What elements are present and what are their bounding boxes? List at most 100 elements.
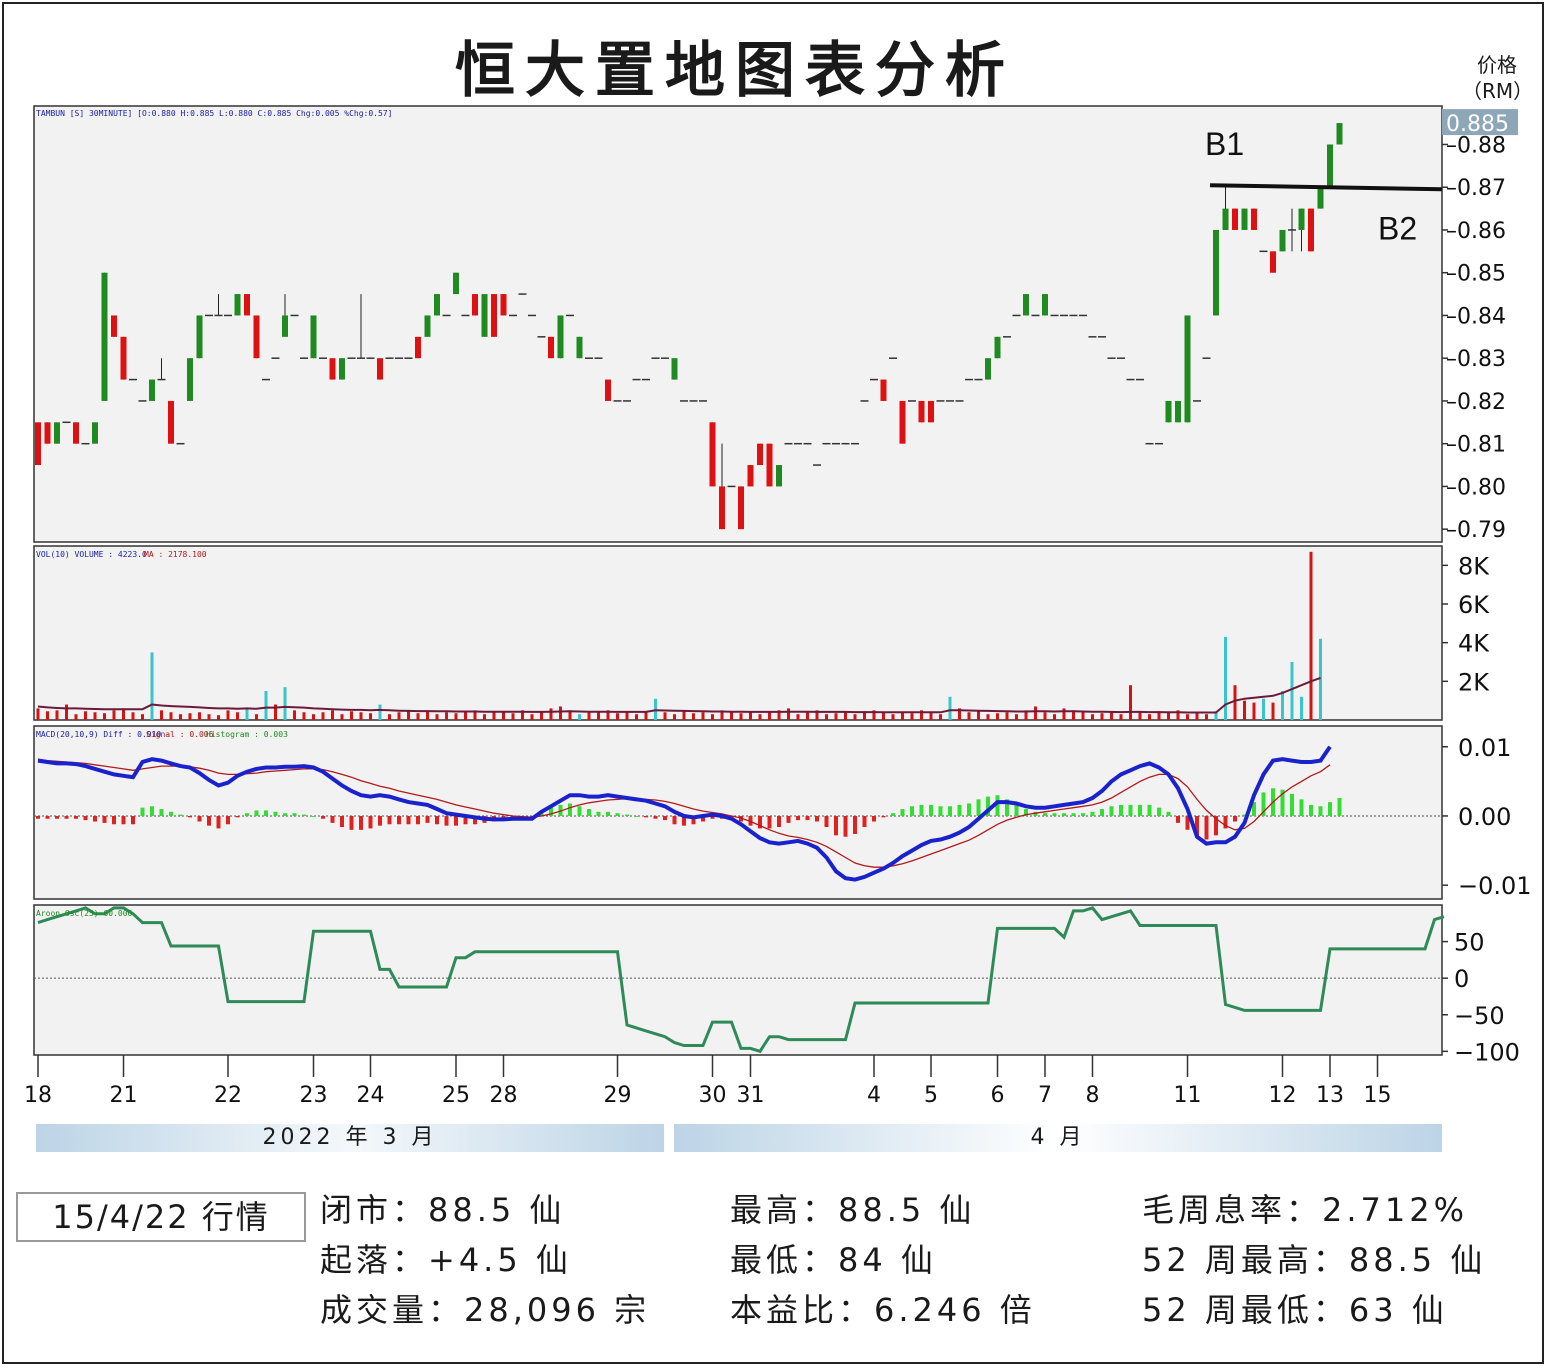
volume-bar xyxy=(1233,685,1237,720)
x-tick-label: 15 xyxy=(1364,1083,1392,1108)
macd-signal-label: Signal : 0.006 xyxy=(146,730,214,739)
candle-body xyxy=(1317,187,1324,209)
candle-body xyxy=(576,336,583,359)
volume-bar xyxy=(55,710,59,720)
volume-bar xyxy=(502,712,505,720)
x-tick-label: 29 xyxy=(604,1083,632,1108)
volume-bar xyxy=(549,708,553,720)
volume-indicator-label: VOL(10) VOLUME : 4223.0 xyxy=(36,550,147,559)
volume-bar xyxy=(160,710,163,720)
candle-body xyxy=(1327,144,1333,188)
x-tick-label: 4 xyxy=(867,1083,881,1108)
volume-bar xyxy=(198,712,201,720)
month-label-april: 4 月 xyxy=(1030,1125,1086,1150)
volume-bar xyxy=(825,714,828,720)
candle-body xyxy=(766,443,773,487)
macd-hist-bar xyxy=(121,815,126,825)
candle-body xyxy=(310,315,317,359)
volume-bar xyxy=(948,696,952,720)
macd-hist-bar xyxy=(264,810,268,816)
macd-hist-bar xyxy=(245,813,249,816)
macd-hist-bar xyxy=(254,810,259,816)
volume-bar xyxy=(1290,662,1294,720)
macd-hist-bar xyxy=(919,804,924,816)
volume-bar xyxy=(1129,685,1132,720)
macd-tick-label: 0.00 xyxy=(1458,803,1511,831)
volume-tick-label: 4K xyxy=(1458,630,1490,658)
macd-hist-bar xyxy=(967,803,971,816)
price-tick-label: –0.87 xyxy=(1446,176,1506,201)
macd-hist-bar xyxy=(159,809,164,816)
macd-hist-bar xyxy=(853,815,857,834)
macd-hist-bar xyxy=(672,815,677,825)
volume-bar xyxy=(578,714,581,720)
candle-body xyxy=(757,443,763,466)
x-tick-label: 25 xyxy=(442,1083,470,1108)
candle-body xyxy=(253,315,260,359)
macd-hist-bar xyxy=(1299,799,1304,816)
volume-tick-label: 2K xyxy=(1458,668,1490,696)
volume-bar xyxy=(986,714,990,720)
panel-volume xyxy=(33,545,1443,721)
candle-body xyxy=(339,358,345,380)
volume-bar xyxy=(1167,712,1170,720)
volume-bar xyxy=(255,714,258,720)
volume-bar xyxy=(1110,712,1113,720)
candle-body xyxy=(1232,208,1238,230)
macd-hist-bar xyxy=(1176,815,1180,823)
x-tick-label: 7 xyxy=(1038,1083,1052,1108)
macd-hist-bar xyxy=(140,807,145,816)
candle-body xyxy=(738,486,744,530)
x-tick-label: 21 xyxy=(110,1083,138,1108)
macd-hist-bar xyxy=(1100,809,1104,816)
volume-bar xyxy=(540,712,543,720)
macd-hist-bar xyxy=(454,815,458,826)
macd-hist-bar xyxy=(1290,793,1294,816)
volume-bar xyxy=(141,714,144,720)
macd-hist-bar xyxy=(1309,804,1313,816)
macd-hist-bar xyxy=(786,815,791,823)
candle-body xyxy=(1042,294,1048,316)
x-tick-label: 13 xyxy=(1316,1083,1344,1108)
volume-bar xyxy=(929,712,933,720)
candle-body xyxy=(1175,400,1181,423)
macd-hist-label: Histogram : 0.003 xyxy=(206,730,288,739)
candle-body xyxy=(491,294,497,337)
annotation-1: B1 xyxy=(1205,126,1244,162)
macd-hist-bar xyxy=(1328,802,1332,816)
volume-bar xyxy=(530,714,534,720)
volume-bar xyxy=(768,712,771,720)
volume-bar xyxy=(891,714,895,720)
volume-bar xyxy=(350,711,353,720)
candle-body xyxy=(453,272,459,295)
volume-bar xyxy=(758,714,762,720)
candle-body xyxy=(605,379,611,401)
candle-body xyxy=(187,358,193,401)
macd-hist-bar xyxy=(397,815,401,825)
macd-hist-bar xyxy=(349,815,354,830)
macd-hist-bar xyxy=(653,815,658,819)
volume-bar xyxy=(103,713,106,720)
volume-bar xyxy=(397,712,401,720)
annotation-2: B2 xyxy=(1378,210,1417,246)
stat-volume: 成交量：28,096 宗 xyxy=(320,1291,651,1329)
volume-bar xyxy=(1186,714,1189,720)
macd-hist-bar xyxy=(1157,807,1161,816)
macd-hist-bar xyxy=(767,815,772,829)
price-tick-label: –0.85 xyxy=(1446,262,1506,287)
volume-bar xyxy=(673,714,676,720)
macd-hist-bar xyxy=(1147,804,1152,816)
macd-hist-bar xyxy=(1337,797,1342,816)
volume-bar xyxy=(901,712,904,720)
candle-body xyxy=(415,336,421,359)
volume-bar xyxy=(1081,712,1085,720)
macd-hist-bar xyxy=(976,799,981,816)
macd-hist-bar xyxy=(207,815,211,826)
macd-hist-bar xyxy=(435,815,439,825)
macd-hist-bar xyxy=(311,815,316,817)
price-tick-label: –0.83 xyxy=(1446,347,1506,372)
candle-body xyxy=(196,315,203,359)
macd-hist-bar xyxy=(197,815,202,822)
aroon-tick-label: −100 xyxy=(1454,1038,1520,1066)
macd-hist-bar xyxy=(577,806,582,816)
